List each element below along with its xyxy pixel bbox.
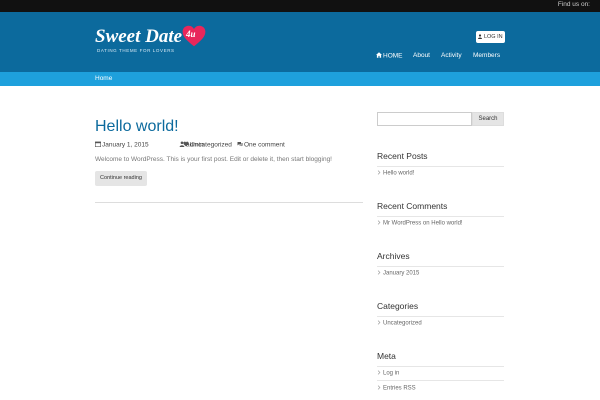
list-item-label: Log in	[383, 370, 400, 377]
chevron-right-icon	[377, 220, 381, 225]
divider	[377, 316, 504, 317]
logo-title: Sweet Date	[95, 26, 183, 47]
post-category-text: Uncategorized	[190, 141, 232, 149]
divider	[377, 380, 504, 381]
logo-tagline: DATING THEME FOR LOVERS	[97, 48, 175, 53]
post-excerpt: Welcome to WordPress. This is your first…	[95, 156, 332, 163]
breadcrumb-home[interactable]: Home	[95, 75, 112, 82]
divider	[377, 366, 504, 367]
widget-title: Archives	[377, 251, 410, 261]
post-date[interactable]: January 1, 2015	[95, 141, 149, 149]
nav-item-home[interactable]: HOME	[376, 52, 403, 60]
post-comments-text: One comment	[244, 141, 285, 149]
list-item-label: Hello world!	[383, 170, 415, 177]
chevron-right-icon	[377, 320, 381, 325]
nav-item-activity[interactable]: Activity	[441, 52, 462, 59]
widget-title: Categories	[377, 301, 419, 311]
continue-reading-button[interactable]: Continue reading	[95, 171, 147, 186]
list-item-label: Entries RSS	[383, 385, 416, 392]
logo-badge: 4u	[186, 29, 196, 39]
content-area	[0, 86, 600, 400]
login-button[interactable]: LOG IN	[476, 31, 505, 43]
post-date-text: January 1, 2015	[102, 141, 149, 149]
list-item[interactable]: Uncategorized	[377, 320, 422, 327]
nav-item-label: About	[413, 52, 430, 59]
divider	[377, 266, 504, 267]
chevron-right-icon	[377, 385, 381, 390]
chevron-right-icon	[377, 370, 381, 375]
comments-icon	[237, 142, 243, 147]
list-item[interactable]: Mr WordPress on Hello world!	[377, 220, 463, 227]
chevron-right-icon	[377, 270, 381, 275]
divider	[377, 166, 504, 167]
search-input[interactable]	[377, 112, 472, 126]
divider	[377, 216, 504, 217]
nav-item-about[interactable]: About	[413, 52, 430, 59]
user-icon	[478, 34, 483, 39]
find-us-label: Find us on:	[557, 1, 590, 8]
list-item-label: Mr WordPress on Hello world!	[383, 220, 463, 227]
heart-icon	[183, 141, 189, 147]
login-label: LOG IN	[483, 34, 503, 40]
top-bar: Find us on:	[0, 0, 600, 12]
site-logo[interactable]: Sweet Date 4u DATING THEME FOR LOVERS	[95, 25, 215, 58]
post-comments[interactable]: One comment	[237, 141, 285, 149]
list-item[interactable]: Entries RSS	[377, 385, 416, 392]
nav-item-label: HOME	[383, 52, 403, 60]
site-header: Sweet Date 4u DATING THEME FOR LOVERS LO…	[0, 12, 600, 72]
widget-title: Meta	[377, 351, 396, 361]
nav-item-label: Members	[473, 52, 501, 59]
list-item-label: Uncategorized	[383, 320, 422, 327]
breadcrumb: Home	[0, 72, 600, 86]
home-icon	[376, 52, 382, 58]
list-item[interactable]: Hello world!	[377, 170, 414, 177]
widget-title: Recent Posts	[377, 151, 428, 161]
post-divider	[95, 202, 363, 203]
search-button[interactable]: Search	[472, 112, 504, 126]
list-item[interactable]: Log in	[377, 370, 399, 377]
post-title[interactable]: Hello world!	[95, 118, 179, 136]
post-category-item[interactable]: Uncategorized	[183, 141, 232, 149]
calendar-icon	[95, 141, 101, 147]
nav-item-members[interactable]: Members	[473, 52, 500, 59]
list-item[interactable]: January 2015	[377, 270, 419, 277]
widget-title: Recent Comments	[377, 201, 448, 211]
chevron-right-icon	[377, 170, 381, 175]
nav-item-label: Activity	[441, 52, 462, 59]
list-item-label: January 2015	[383, 270, 420, 277]
